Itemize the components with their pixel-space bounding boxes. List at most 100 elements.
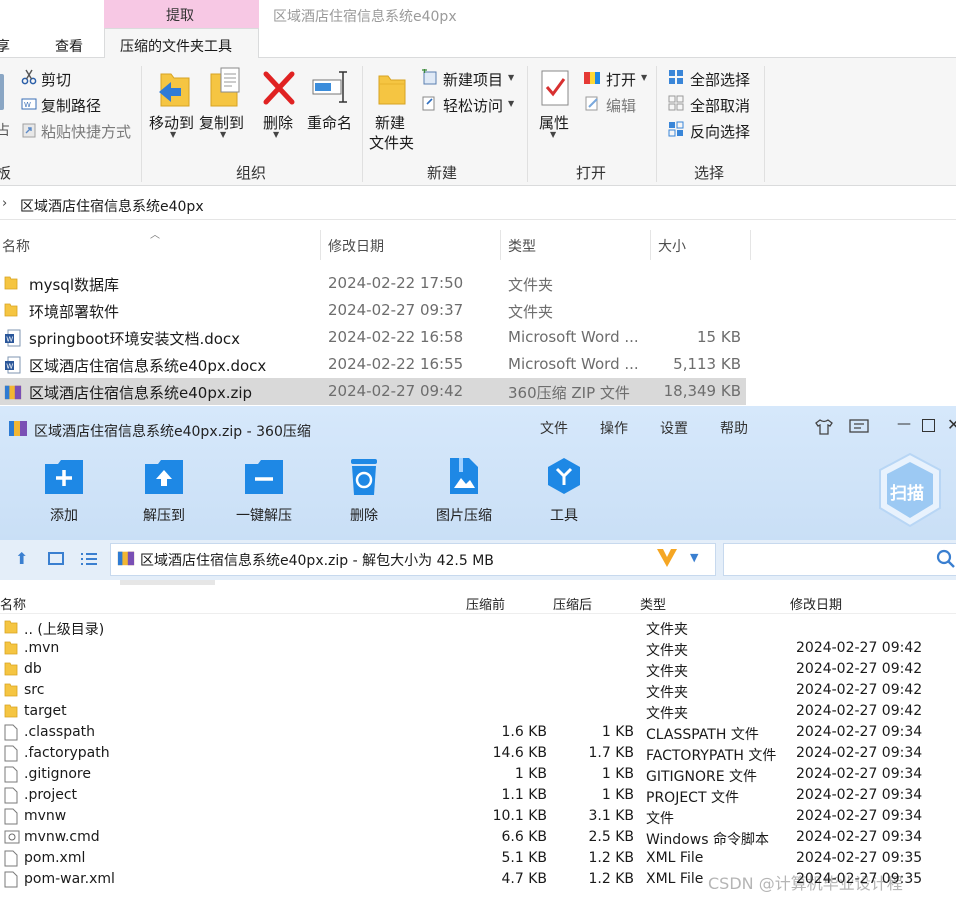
delete-archive-button[interactable]: 删除 (350, 505, 378, 525)
folder-icon (4, 302, 18, 322)
zip-entry-modified: 2024-02-27 09:42 (796, 661, 923, 677)
zip-table-row[interactable]: .factorypath 14.6 KB 1.7 KB FACTORYPATH 文件 2… (0, 743, 956, 764)
extract-to-button[interactable]: 解压到 (143, 505, 185, 525)
zip-table-row[interactable]: .gitignore 1 KB 1 KB GITIGNORE 文件 2024-02-27… (0, 764, 956, 785)
easy-access-button[interactable]: 轻松访问 (443, 95, 503, 116)
skin-shirt-icon[interactable] (814, 418, 834, 436)
maximize-icon[interactable] (922, 419, 935, 432)
zip-table-row[interactable]: pom.xml 5.1 KB 1.2 KB XML File 2024-02-27 09… (0, 848, 956, 869)
menu-operation[interactable]: 操作 (600, 418, 628, 438)
file-name: springboot环境安装文档.docx (29, 330, 241, 348)
edit-button[interactable]: 编辑 (606, 95, 636, 116)
file-type: 文件夹 (508, 303, 554, 321)
select-group-label: 选择 (694, 164, 725, 182)
file-name: 区域酒店住宿信息系统e40px.zip (29, 384, 253, 402)
zip-column-after[interactable]: 压缩后 (553, 594, 592, 613)
file-icon (4, 724, 18, 745)
zip-header-divider (0, 613, 956, 614)
folder-icon (4, 275, 18, 295)
zip-entry-modified: 2024-02-27 09:42 (796, 682, 923, 698)
copy-to-icon (210, 67, 240, 107)
file-type: 文件夹 (508, 276, 554, 294)
select-none-button[interactable]: 全部取消 (690, 95, 750, 116)
column-type[interactable]: 类型 (508, 236, 536, 256)
zip-entry-type: CLASSPATH 文件 (646, 727, 759, 743)
zip-column-type[interactable]: 类型 (640, 594, 666, 613)
new-folder-label-line2[interactable]: 文件夹 (369, 132, 414, 153)
properties-chevron-icon: ▼ (550, 130, 557, 139)
address-bar[interactable]: › 区域酒店住宿信息系统e40px (0, 192, 956, 220)
new-folder-label-line1[interactable]: 新建 (375, 112, 405, 133)
copy-path-button[interactable]: 复制路径 (41, 95, 101, 116)
zip-entry-modified: 2024-02-27 09:34 (796, 808, 923, 824)
menu-help[interactable]: 帮助 (720, 418, 748, 438)
column-name[interactable]: 名称 (2, 236, 30, 256)
zip-table-row[interactable]: src 文件夹 2024-02-27 09:42 (0, 680, 956, 701)
one-click-extract-button[interactable]: 一键解压 (236, 505, 292, 525)
zip-table-row[interactable]: .project 1.1 KB 1 KB PROJECT 文件 2024-02-27 0… (0, 785, 956, 806)
zip-column-name[interactable]: 名称 (0, 594, 26, 613)
scan-badge-label: 扫描 (890, 484, 924, 504)
image-compress-button[interactable]: 图片压缩 (436, 505, 492, 525)
zip-entry-after: 2.5 KB (588, 829, 635, 845)
tab-view[interactable]: 查看 (55, 36, 83, 56)
svg-text:W: W (6, 363, 13, 371)
file-type: Microsoft Word ... (508, 328, 639, 346)
new-item-button[interactable]: 新建项目 (443, 69, 503, 90)
explorer-file-row[interactable]: 区域酒店住宿信息系统e40px.zip 2024-02-27 09:42 360压缩… (0, 378, 746, 405)
tools-button[interactable]: 工具 (550, 505, 578, 525)
folder-icon (4, 640, 18, 660)
add-button[interactable]: 添加 (50, 505, 78, 525)
file-type: Microsoft Word ... (508, 355, 639, 373)
edit-icon (585, 96, 598, 111)
cut-button[interactable]: 剪切 (41, 69, 71, 90)
zip-table-row[interactable]: mvnw.cmd 6.6 KB 2.5 KB Windows 命令脚本 2024-02-… (0, 827, 956, 848)
select-none-icon (668, 95, 684, 111)
zip-table-row[interactable]: target 文件夹 2024-02-27 09:42 (0, 701, 956, 722)
close-icon[interactable]: ✕ (947, 415, 956, 434)
rename-button[interactable]: 重命名 (307, 112, 352, 133)
path-dropdown-chevron-icon[interactable]: ▼ (690, 551, 698, 564)
address-path[interactable]: 区域酒店住宿信息系统e40px (20, 196, 204, 216)
tab-share[interactable]: 享 (0, 36, 10, 56)
folder-icon (4, 703, 18, 723)
explorer-file-row[interactable]: W 区域酒店住宿信息系统e40px.docx 2024-02-22 16:55 Mic… (0, 351, 746, 378)
menu-settings[interactable]: 设置 (660, 418, 688, 438)
menu-file[interactable]: 文件 (540, 418, 568, 438)
explorer-file-row[interactable]: mysql数据库 2024-02-22 17:50 文件夹 (0, 270, 746, 297)
image-compress-icon (450, 458, 478, 494)
view-thumbnail-icon[interactable] (48, 552, 64, 565)
feedback-icon[interactable] (849, 419, 869, 435)
zip-table-row[interactable]: db 文件夹 2024-02-27 09:42 (0, 659, 956, 680)
up-arrow-icon[interactable]: ⬆ (15, 549, 28, 568)
zip-column-before[interactable]: 压缩前 (466, 594, 505, 613)
zip-column-modified[interactable]: 修改日期 (790, 594, 842, 613)
select-all-button[interactable]: 全部选择 (690, 69, 750, 90)
zip-table-row[interactable]: pom-war.xml 4.7 KB 1.2 KB XML File 2024-02-2… (0, 869, 956, 890)
explorer-file-row[interactable]: Wspringboot环境安装文档.docx 2024-02-22 16:58 Mi… (0, 324, 746, 351)
file-modified: 2024-02-22 17:50 (328, 274, 464, 292)
v-brand-icon[interactable] (655, 547, 679, 569)
zip-table-row[interactable]: .mvn 文件夹 2024-02-27 09:42 (0, 638, 956, 659)
open-button[interactable]: 打开 (606, 69, 636, 90)
zip-window-title: 区域酒店住宿信息系统e40px.zip - 360压缩 (34, 424, 311, 440)
zip-table-row[interactable]: mvnw 10.1 KB 3.1 KB 文件 2024-02-27 09:34 (0, 806, 956, 827)
minimize-icon[interactable]: — (897, 416, 911, 432)
zip-search-input[interactable] (723, 543, 956, 576)
search-icon[interactable] (936, 549, 956, 569)
invert-selection-button[interactable]: 反向选择 (690, 121, 750, 142)
zip-entry-before: 1.6 KB (501, 724, 548, 740)
zip-path-text[interactable]: 区域酒店住宿信息系统e40px.zip - 解包大小为 42.5 MB (140, 550, 494, 570)
zip-table-row[interactable]: .classpath 1.6 KB 1 KB CLASSPATH 文件 2024-02-… (0, 722, 956, 743)
view-list-icon[interactable] (80, 551, 98, 567)
explorer-file-row[interactable]: 环境部署软件 2024-02-27 09:37 文件夹 (0, 297, 746, 324)
zip-entry-name: pom.xml (24, 850, 86, 866)
zip-table-row[interactable]: .. (上级目录) 文件夹 (0, 617, 956, 638)
paste-shortcut-icon (22, 123, 36, 138)
folder-icon (4, 661, 18, 681)
column-size[interactable]: 大小 (658, 236, 686, 256)
tab-compressed-folder-tools[interactable]: 压缩的文件夹工具 (104, 28, 259, 59)
new-item-icon (422, 69, 437, 85)
paste-shortcut-button[interactable]: 粘贴快捷方式 (41, 121, 131, 142)
column-modified[interactable]: 修改日期 (328, 236, 384, 256)
